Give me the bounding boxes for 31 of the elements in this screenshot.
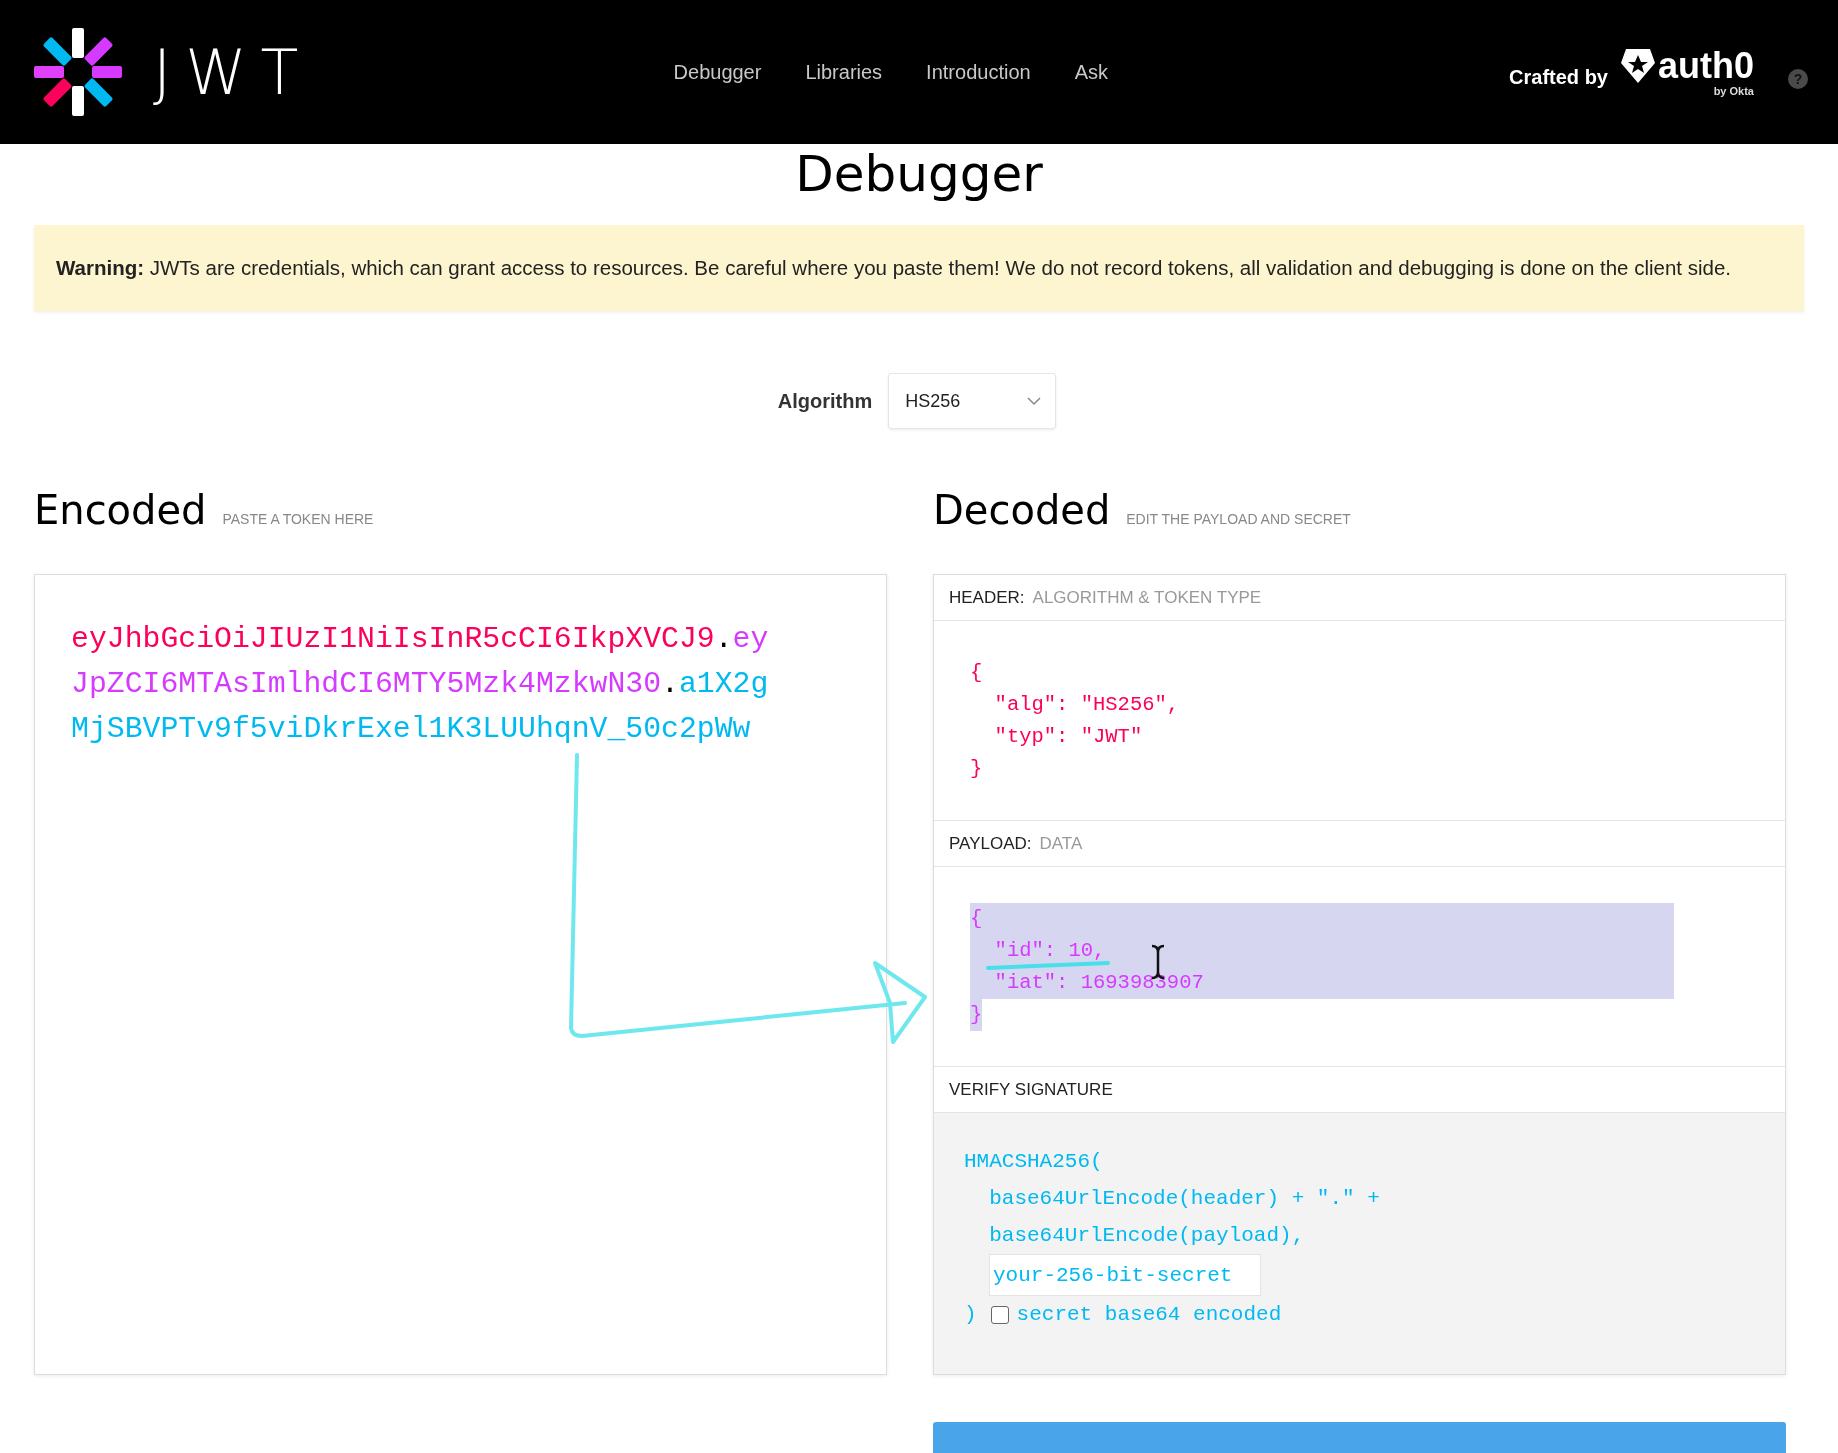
- code-line: base64UrlEncode(payload),: [988, 1223, 1305, 1249]
- warning-text: Warning: JWTs are credentials, which can grant access to resources. Be careful where you paste them! We do not record tokens, all validation and debugging is done on the client side.: [56, 256, 1732, 280]
- brand-name: auth0: [1657, 48, 1754, 84]
- section-label: HEADER:: [949, 587, 1025, 608]
- brand-subtitle: by Okta: [1713, 85, 1754, 97]
- page-title: Debugger: [794, 144, 1044, 204]
- nav-link[interactable]: Introduction: [926, 60, 1031, 84]
- code-line: base64UrlEncode(header) + "." +: [988, 1186, 1380, 1212]
- section-hint: PASTE A TOKEN HERE: [222, 511, 374, 527]
- nav-link[interactable]: Ask: [1074, 60, 1108, 84]
- crafted-by-label: Crafted by: [1509, 65, 1608, 89]
- section-title: Decoded: [933, 487, 1111, 533]
- code-line: HMACSHA256(: [964, 1149, 1103, 1175]
- section-label: VERIFY SIGNATURE: [949, 1079, 1113, 1100]
- nav-link[interactable]: Libraries: [805, 60, 883, 84]
- star-shield-icon: [1619, 47, 1656, 85]
- section-sublabel: DATA: [1039, 833, 1083, 854]
- section-sublabel: ALGORITHM & TOKEN TYPE: [1032, 587, 1262, 608]
- logo-text[interactable]: JWT: [153, 35, 313, 109]
- nav-link[interactable]: Debugger: [673, 60, 762, 84]
- section-label: PAYLOAD:: [949, 833, 1032, 854]
- section-title: Encoded: [34, 487, 207, 533]
- logo-icon: [33, 27, 123, 117]
- code-line: ): [964, 1302, 977, 1328]
- algorithm-label: Algorithm: [777, 389, 873, 413]
- section-hint: EDIT THE PAYLOAD AND SECRET: [1126, 511, 1351, 527]
- json-editor[interactable]: { "alg": "HS256", "typ": "JWT" }: [970, 657, 1749, 785]
- caret-icon: [1027, 396, 1042, 406]
- checkbox[interactable]: [990, 1305, 1009, 1324]
- algorithm-select[interactable]: HS256: [888, 373, 1057, 429]
- token-input[interactable]: eyJhbGciOiJIUzI1NiIsInR5cCI6IkpXVCJ9.ey JpZCI6MTAsImlhdCI6MTY5Mzk4MzkwN30.a1X2g MjSBVPTv9f5viDkrExel1K3LUUhqnV_50c2pWw: [34, 574, 887, 1375]
